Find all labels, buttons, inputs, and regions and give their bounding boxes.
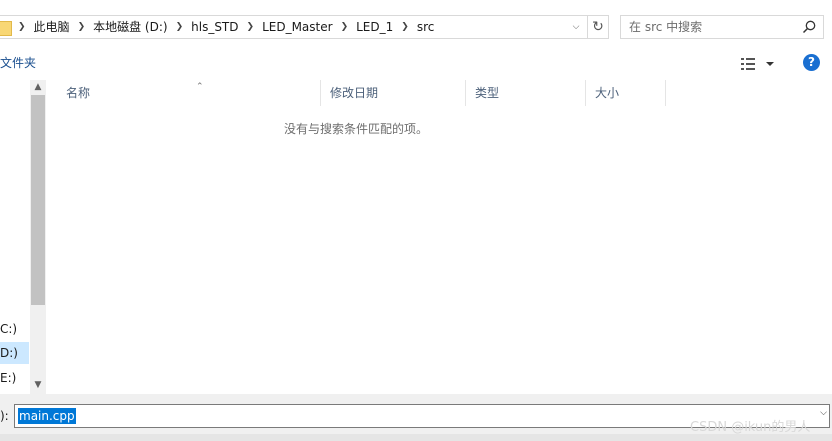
nav-scrollbar[interactable]: ▲ ▼ [30,80,46,394]
nav-drive-e[interactable]: E:) [0,367,29,389]
view-options-icon[interactable] [740,56,778,72]
scrollbar-thumb[interactable] [31,95,45,305]
chevron-right-icon[interactable]: ❯ [175,16,185,38]
column-name-label: 名称 [66,86,91,100]
chevron-right-icon[interactable]: ❯ [340,16,350,38]
file-name-row: ): main.cpp ⌵ CSDN @ikun的男人 [0,394,832,441]
column-header-name[interactable]: 名称 ⌃ [57,80,321,106]
crumb-hls-std[interactable]: hls_STD [184,16,245,38]
empty-message: 没有与搜索条件匹配的项。 [283,122,428,136]
crumb-this-pc[interactable]: 此电脑 [27,16,77,38]
navigation-pane: C:) D:) E:) ▲ ▼ [0,80,47,394]
nav-drive-c[interactable]: C:) [0,318,29,340]
scroll-down-icon[interactable]: ▼ [30,378,46,393]
toolbar: 文件夹 ? [0,54,832,80]
refresh-button[interactable]: ↻ [588,15,609,39]
chevron-right-icon[interactable]: ❯ [17,16,27,38]
bottom-strip [0,434,832,441]
chevron-right-icon[interactable]: ❯ [77,16,87,38]
chevron-down-icon[interactable]: ⌵ [567,16,585,38]
chevron-right-icon[interactable]: ❯ [400,16,410,38]
refresh-icon: ↻ [592,19,604,35]
crumb-src[interactable]: src [410,16,442,38]
file-list: 名称 ⌃ 修改日期 类型 大小 没有与搜索条件匹配的项。 [47,80,832,394]
breadcrumb: ❯ 此电脑 ❯ 本地磁盘 (D:) ❯ hls_STD ❯ LED_Master… [17,16,441,38]
chevron-right-icon[interactable]: ❯ [246,16,256,38]
file-name-label: ): [0,409,9,423]
sort-ascending-icon: ⌃ [196,82,204,92]
column-size-label: 大小 [595,86,620,100]
column-type-label: 类型 [475,86,500,100]
folder-icon [0,21,12,36]
column-header-date[interactable]: 修改日期 [321,80,466,106]
help-icon[interactable]: ? [803,54,820,71]
address-bar[interactable]: ❯ 此电脑 ❯ 本地磁盘 (D:) ❯ hls_STD ❯ LED_Master… [0,15,588,39]
address-row: ❯ 此电脑 ❯ 本地磁盘 (D:) ❯ hls_STD ❯ LED_Master… [0,0,832,54]
file-name-value[interactable]: main.cpp [18,408,76,424]
crumb-led-master[interactable]: LED_Master [255,16,340,38]
column-date-label: 修改日期 [330,86,379,100]
search-icon[interactable] [801,19,817,35]
new-folder-button[interactable]: 文件夹 [0,54,36,72]
watermark: CSDN @ikun的男人 [690,420,811,435]
chevron-down-icon[interactable]: ⌵ [820,408,827,418]
nav-drive-d[interactable]: D:) [0,342,29,364]
column-header-type[interactable]: 类型 [466,80,586,106]
crumb-drive-d[interactable]: 本地磁盘 (D:) [86,16,174,38]
scroll-up-icon[interactable]: ▲ [30,80,46,95]
crumb-led-1[interactable]: LED_1 [349,16,400,38]
search-box[interactable] [620,15,824,39]
search-input[interactable] [629,16,789,38]
column-header-size[interactable]: 大小 [586,80,666,106]
